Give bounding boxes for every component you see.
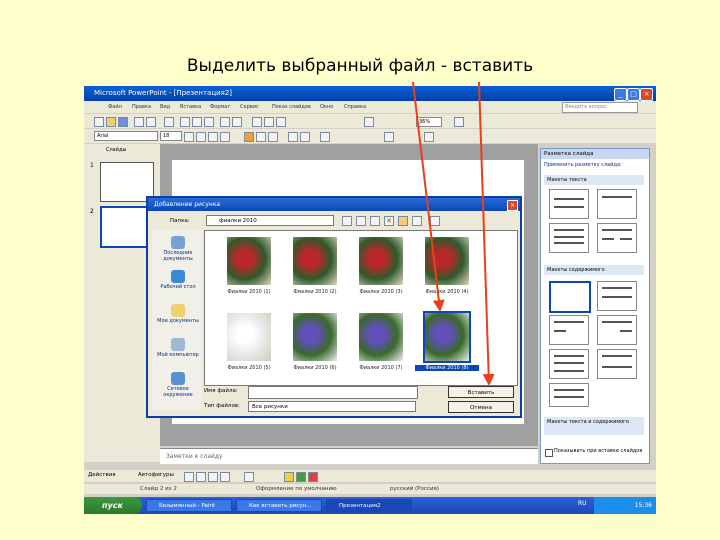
arrow-to-insert-button	[478, 81, 495, 386]
arrow-to-selected-file	[412, 81, 445, 312]
annotation-arrows	[412, 81, 495, 386]
